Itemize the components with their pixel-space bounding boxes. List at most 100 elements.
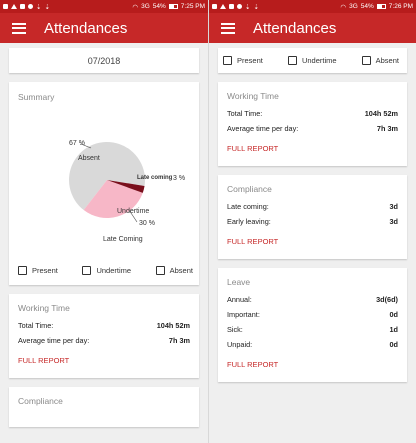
working-time-card: Working Time Total Time: 104h 52m Averag… xyxy=(218,82,407,166)
checkbox-icon[interactable] xyxy=(82,266,92,275)
legend-undertime[interactable]: Undertime xyxy=(287,56,337,65)
legend-undertime-label: Undertime xyxy=(301,56,337,65)
row-value: 1d xyxy=(389,325,398,334)
info-row: Annual: 3d(6d) xyxy=(227,295,398,304)
legend-absent[interactable]: Absent xyxy=(361,56,399,65)
info-row: Total Time: 104h 52m xyxy=(18,321,190,330)
legend-absent[interactable]: Absent xyxy=(155,266,193,275)
pie-label-absent: Absent xyxy=(78,155,100,162)
notification-icon xyxy=(3,4,8,9)
download-icon: ⇣ xyxy=(44,3,50,11)
row-value: 7h 3m xyxy=(168,336,190,345)
leave-card: Leave Annual: 3d(6d) Important: 0d Sick:… xyxy=(218,268,407,382)
page-title: Attendances xyxy=(253,19,337,37)
compliance-title: Compliance xyxy=(18,396,63,406)
row-label: Sick: xyxy=(227,325,243,334)
legend-present-label: Present xyxy=(32,266,58,275)
network-label: 3G xyxy=(349,3,358,10)
summary-pie-area: 67 % Absent Late coming 3 % Undertime 30… xyxy=(9,82,199,243)
legend-present-label: Present xyxy=(237,56,263,65)
row-value: 7h 3m xyxy=(376,124,398,133)
pie-label-late-pct: 3 % xyxy=(173,175,186,182)
row-value: 0d xyxy=(389,310,398,319)
clock: 7:25 PM xyxy=(180,3,205,10)
wifi-icon: ◠ xyxy=(340,3,347,11)
app-screens: ⇣ ⇣ ◠ 3G 54% 7:25 PM Attendances 07/2018… xyxy=(0,0,416,443)
info-row: Late coming: 3d xyxy=(227,202,398,211)
download-icon: ⇣ xyxy=(36,3,42,11)
row-label: Early leaving: xyxy=(227,217,271,226)
checkbox-icon[interactable] xyxy=(287,56,297,65)
status-bar: ⇣ ⇣ ◠ 3G 54% 7:26 PM xyxy=(209,0,416,13)
whatsapp-icon xyxy=(28,4,33,9)
hamburger-menu-icon[interactable] xyxy=(221,22,235,34)
summary-legend: Present Undertime Absent xyxy=(18,266,193,275)
working-time-title: Working Time xyxy=(227,91,279,101)
summary-card: Summary 67 % Absent Late coming 3 % Unde… xyxy=(9,82,199,285)
legend-absent-label: Absent xyxy=(169,266,193,275)
warning-icon xyxy=(220,4,226,9)
info-row: Total Time: 104h 52m xyxy=(227,109,398,118)
month-selector[interactable]: 07/2018 xyxy=(9,48,199,73)
info-row: Average time per day: 7h 3m xyxy=(227,124,398,133)
pie-label-undertime-pct: 30 % xyxy=(139,220,155,227)
row-value: 0d xyxy=(389,340,398,349)
compliance-card: Compliance Late coming: 3d Early leaving… xyxy=(218,175,407,259)
checkbox-icon[interactable] xyxy=(155,266,165,275)
legend-undertime[interactable]: Undertime xyxy=(82,266,131,275)
full-report-link[interactable]: FULL REPORT xyxy=(18,356,69,365)
month-label: 07/2018 xyxy=(87,55,121,66)
row-value: 3d xyxy=(389,217,398,226)
checkbox-icon[interactable] xyxy=(361,56,371,65)
full-report-link[interactable]: FULL REPORT xyxy=(227,144,278,153)
notification-icon xyxy=(229,4,234,9)
summary-legend-strip: Present Undertime Absent xyxy=(218,48,407,73)
compliance-title: Compliance xyxy=(227,184,272,194)
checkbox-icon[interactable] xyxy=(18,266,27,275)
row-value: 104h 52m xyxy=(156,321,190,330)
checkbox-icon[interactable] xyxy=(223,56,232,65)
notification-icon xyxy=(212,4,217,9)
summary-pie-chart xyxy=(68,142,145,223)
clock: 7:26 PM xyxy=(388,3,413,10)
pie-label-undertime: Undertime xyxy=(117,208,150,215)
download-icon: ⇣ xyxy=(245,3,251,11)
leave-title: Leave xyxy=(227,277,251,287)
pie-label-late-name: Late coming xyxy=(137,175,173,181)
compliance-card: Compliance xyxy=(9,387,199,427)
row-value: 3d xyxy=(389,202,398,211)
battery-icon xyxy=(168,4,178,9)
full-report-link[interactable]: FULL REPORT xyxy=(227,237,278,246)
battery-percent: 54% xyxy=(360,3,374,10)
row-label: Total Time: xyxy=(227,109,263,118)
working-time-title: Working Time xyxy=(18,303,70,313)
info-row: Important: 0d xyxy=(227,310,398,319)
phone-screen-left: ⇣ ⇣ ◠ 3G 54% 7:25 PM Attendances 07/2018… xyxy=(0,0,208,443)
battery-percent: 54% xyxy=(152,3,166,10)
row-value: 3d(6d) xyxy=(376,295,398,304)
pie-label-absent-pct: 67 % xyxy=(69,140,85,147)
legend-absent-label: Absent xyxy=(375,56,399,65)
row-label: Average time per day: xyxy=(18,336,90,345)
hamburger-menu-icon[interactable] xyxy=(12,22,26,34)
pie-center-caption: Late Coming xyxy=(103,236,143,243)
legend-present[interactable]: Present xyxy=(223,56,263,65)
row-label: Average time per day: xyxy=(227,124,299,133)
legend-undertime-label: Undertime xyxy=(96,266,132,275)
working-time-card: Working Time Total Time: 104h 52m Averag… xyxy=(9,294,199,378)
row-label: Late coming: xyxy=(227,202,269,211)
info-row: Sick: 1d xyxy=(227,325,398,334)
app-bar: Attendances xyxy=(209,13,416,43)
network-label: 3G xyxy=(141,3,150,10)
app-bar: Attendances xyxy=(0,13,208,43)
warning-icon xyxy=(11,4,17,9)
row-label: Total Time: xyxy=(18,321,54,330)
phone-screen-right: ⇣ ⇣ ◠ 3G 54% 7:26 PM Attendances Present xyxy=(208,0,416,443)
row-value: 104h 52m xyxy=(364,109,398,118)
page-title: Attendances xyxy=(44,19,128,37)
wifi-icon: ◠ xyxy=(132,3,139,11)
battery-icon xyxy=(376,4,386,9)
row-label: Unpaid: xyxy=(227,340,253,349)
full-report-link[interactable]: FULL REPORT xyxy=(227,360,278,369)
legend-present[interactable]: Present xyxy=(18,266,58,275)
